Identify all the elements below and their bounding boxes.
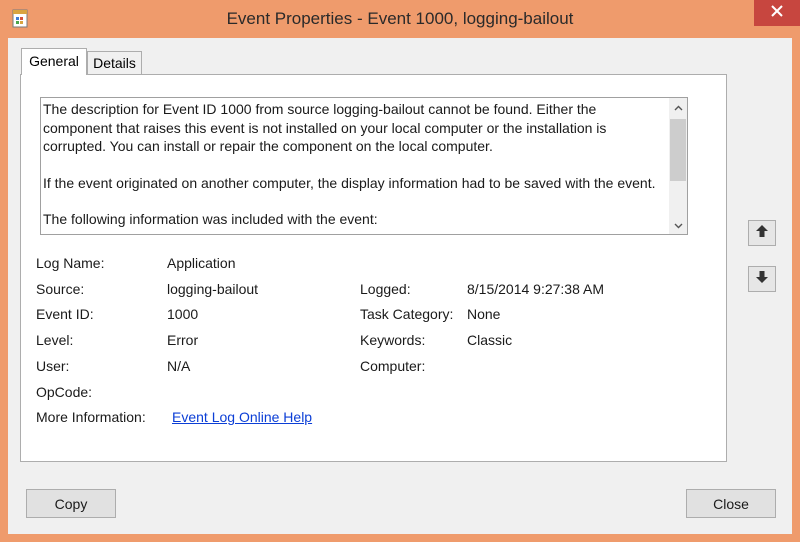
- close-button[interactable]: Close: [686, 489, 776, 518]
- event-id-value: 1000: [167, 306, 199, 322]
- description-paragraph: If the event originated on another compu…: [43, 174, 656, 191]
- copy-button[interactable]: Copy: [26, 489, 116, 518]
- logged-value: 8/15/2014 9:27:38 AM: [467, 281, 604, 297]
- scroll-thumb[interactable]: [670, 119, 686, 181]
- task-category-value: None: [467, 306, 501, 322]
- tab-general[interactable]: General: [21, 48, 87, 75]
- description-paragraph: The following information was included w…: [43, 211, 378, 227]
- user-label: User:: [36, 358, 70, 374]
- dialog-client-area: General Details The description for Even…: [8, 38, 792, 534]
- arrow-down-icon: [755, 270, 769, 289]
- description-box[interactable]: The description for Event ID 1000 from s…: [40, 97, 688, 235]
- level-label: Level:: [36, 332, 74, 348]
- arrow-up-icon: [755, 224, 769, 243]
- keywords-label: Keywords:: [360, 332, 426, 348]
- next-event-button[interactable]: [748, 266, 776, 292]
- scroll-up-button[interactable]: [669, 98, 687, 116]
- opcode-label: OpCode:: [36, 384, 93, 400]
- log-name-label: Log Name:: [36, 255, 105, 271]
- keywords-value: Classic: [467, 332, 513, 348]
- computer-label: Computer:: [360, 358, 426, 374]
- scroll-down-button[interactable]: [669, 216, 687, 234]
- chevron-up-icon: [674, 98, 683, 116]
- window-title: Event Properties - Event 1000, logging-b…: [226, 9, 574, 28]
- window-close-button[interactable]: [754, 0, 800, 26]
- more-information-label: More Information:: [36, 409, 146, 425]
- general-tab-panel: The description for Event ID 1000 from s…: [20, 74, 727, 462]
- user-value: N/A: [167, 358, 191, 374]
- description-paragraph: The description for Event ID 1000 from s…: [43, 101, 607, 154]
- event-id-label: Event ID:: [36, 306, 94, 322]
- title-bar[interactable]: Event Properties - Event 1000, logging-b…: [0, 0, 800, 38]
- description-text: The description for Event ID 1000 from s…: [43, 100, 665, 234]
- close-icon: [771, 4, 783, 22]
- source-value: logging-bailout: [167, 281, 259, 297]
- event-log-online-help-link[interactable]: Event Log Online Help: [172, 409, 312, 425]
- tab-details[interactable]: Details: [87, 51, 142, 75]
- description-scrollbar[interactable]: [669, 98, 687, 234]
- source-label: Source:: [36, 281, 85, 297]
- log-name-value: Application: [167, 255, 236, 271]
- task-category-label: Task Category:: [360, 306, 454, 322]
- logged-label: Logged:: [360, 281, 411, 297]
- level-value: Error: [167, 332, 199, 348]
- event-properties-window: Event Properties - Event 1000, logging-b…: [0, 0, 800, 542]
- previous-event-button[interactable]: [748, 220, 776, 246]
- chevron-down-icon: [674, 216, 683, 234]
